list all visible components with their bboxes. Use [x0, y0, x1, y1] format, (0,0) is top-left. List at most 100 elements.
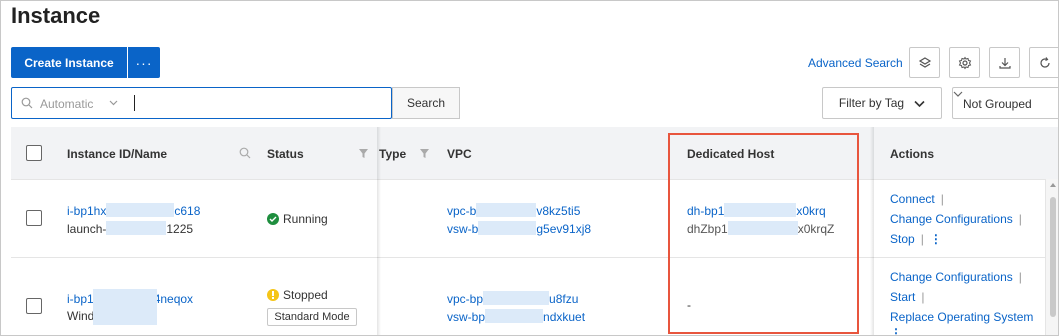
select-all-checkbox[interactable] [26, 145, 42, 161]
status-running: Running [267, 212, 328, 226]
filter-icon[interactable] [358, 148, 369, 159]
chevron-down-icon [953, 91, 963, 97]
redaction-mask [476, 203, 537, 217]
check-circle-icon [267, 213, 279, 225]
change-configurations-label: Change Configurations [890, 270, 1013, 284]
instance-name: Wind [67, 309, 94, 323]
redaction-mask [106, 203, 175, 217]
status-text: Running [283, 212, 328, 226]
create-instance-button[interactable]: Create Instance [11, 47, 127, 78]
instance-id-link[interactable]: i-bp1hx c618 [67, 203, 200, 218]
warning-circle-icon [267, 289, 279, 301]
vpc-id-prefix: vpc-b [447, 204, 477, 218]
start-label: Start [890, 290, 916, 304]
layers-icon-button[interactable] [909, 47, 940, 78]
instance-name-suffix: 1225 [166, 222, 194, 236]
scrollbar-thumb[interactable] [1050, 197, 1056, 317]
vpc-link[interactable]: vpc-bp u8fzu [447, 291, 578, 306]
status-stopped: Stopped [267, 288, 328, 302]
vswitch-id-prefix: vsw-bp [447, 310, 486, 324]
text-caret [134, 95, 135, 111]
filter-by-tag-label: Filter by Tag [838, 96, 905, 110]
vpc-link[interactable]: vpc-b v8kz5ti5 [447, 203, 580, 218]
vswitch-id-suffix: ndxkuet [543, 310, 586, 324]
redaction-mask [478, 221, 537, 235]
vswitch-link[interactable]: vsw-b g5ev91xj8 [447, 221, 591, 236]
vertical-scrollbar[interactable] [1045, 179, 1058, 335]
divider: | [1018, 270, 1022, 284]
start-link[interactable]: Start | [890, 290, 930, 304]
row-divider [11, 257, 1058, 258]
instance-id-prefix: i-bp1hx [67, 204, 107, 218]
mode-badge: Standard Mode [267, 308, 357, 326]
divider: | [1018, 212, 1022, 226]
search-field-selector[interactable]: Automatic [40, 97, 93, 111]
settings-icon-button[interactable] [949, 47, 980, 78]
replace-os-label: Replace Operating System [890, 310, 1034, 324]
change-configurations-link[interactable]: Change Configurations | [890, 270, 1028, 284]
fixed-column-shadow [377, 127, 381, 335]
instance-id-prefix: i-bp1 [67, 292, 94, 306]
redaction-mask [93, 289, 157, 325]
instance-name-prefix: Wind [67, 309, 95, 323]
highlight-box [668, 133, 859, 334]
redaction-mask [485, 309, 544, 323]
redaction-mask [106, 221, 167, 235]
connect-link[interactable]: Connect | [890, 192, 950, 206]
status-text: Stopped [283, 288, 328, 302]
column-type: Type [379, 147, 407, 161]
gear-icon [958, 56, 971, 69]
advanced-search-link[interactable]: Advanced Search [808, 56, 903, 70]
vswitch-id-suffix: g5ev91xj8 [536, 222, 592, 236]
download-icon-button[interactable] [989, 47, 1020, 78]
column-instance: Instance ID/Name [67, 147, 168, 161]
stop-label: Stop [890, 232, 915, 246]
console-frame: Instance Create Instance ··· Advanced Se… [0, 0, 1059, 336]
instance-id-suffix: c618 [174, 204, 201, 218]
vswitch-id-prefix: vsw-b [447, 222, 479, 236]
vpc-id-prefix: vpc-bp [447, 292, 484, 306]
column-status: Status [267, 147, 304, 161]
row-checkbox[interactable] [26, 210, 42, 226]
search-box[interactable]: Automatic [11, 87, 392, 119]
grouping-select-value: Not Grouped [963, 97, 1032, 111]
search-icon[interactable] [239, 147, 251, 159]
row-checkbox[interactable] [26, 298, 42, 314]
instance-name: launch- 1225 [67, 221, 193, 236]
column-vpc: VPC [447, 147, 472, 161]
download-icon [998, 57, 1011, 69]
chevron-down-icon [914, 100, 925, 107]
search-icon [21, 97, 33, 109]
divider: | [940, 192, 944, 206]
column-actions: Actions [890, 147, 935, 161]
vswitch-link[interactable]: vsw-bp ndxkuet [447, 309, 585, 324]
search-button[interactable]: Search [392, 87, 460, 119]
refresh-icon [1039, 56, 1050, 68]
change-configurations-label: Change Configurations [890, 212, 1013, 226]
filter-icon[interactable] [419, 148, 430, 159]
more-vertical-icon[interactable]: ⋮ [930, 232, 942, 246]
row-divider [11, 179, 1058, 180]
divider: | [920, 232, 924, 246]
fixed-column-shadow [870, 127, 874, 335]
layers-icon [918, 56, 931, 68]
table-header: Instance ID/Name Status Type VPC Dedicat… [11, 127, 1058, 179]
more-vertical-icon[interactable]: ⋮ [890, 326, 902, 335]
page-title: Instance [11, 3, 101, 28]
scroll-up-icon[interactable] [1049, 182, 1057, 188]
stop-link[interactable]: Stop | ⋮ [890, 232, 942, 246]
connect-label: Connect [890, 192, 935, 206]
chevron-down-icon [109, 100, 118, 106]
replace-os-link[interactable]: Replace Operating System [890, 310, 1033, 324]
change-configurations-link[interactable]: Change Configurations | [890, 212, 1028, 226]
more-actions-button[interactable]: ··· [128, 47, 160, 78]
divider: | [921, 290, 925, 304]
instance-id-suffix: 4neqox [153, 292, 194, 306]
redaction-mask [483, 291, 550, 305]
vpc-id-suffix: u8fzu [549, 292, 579, 306]
refresh-icon-button[interactable] [1029, 47, 1058, 78]
grouping-select[interactable]: Not Grouped [952, 87, 1058, 119]
instance-name-prefix: launch- [67, 222, 107, 236]
vpc-id-suffix: v8kz5ti5 [536, 204, 581, 218]
filter-by-tag-button[interactable]: Filter by Tag [822, 87, 942, 119]
